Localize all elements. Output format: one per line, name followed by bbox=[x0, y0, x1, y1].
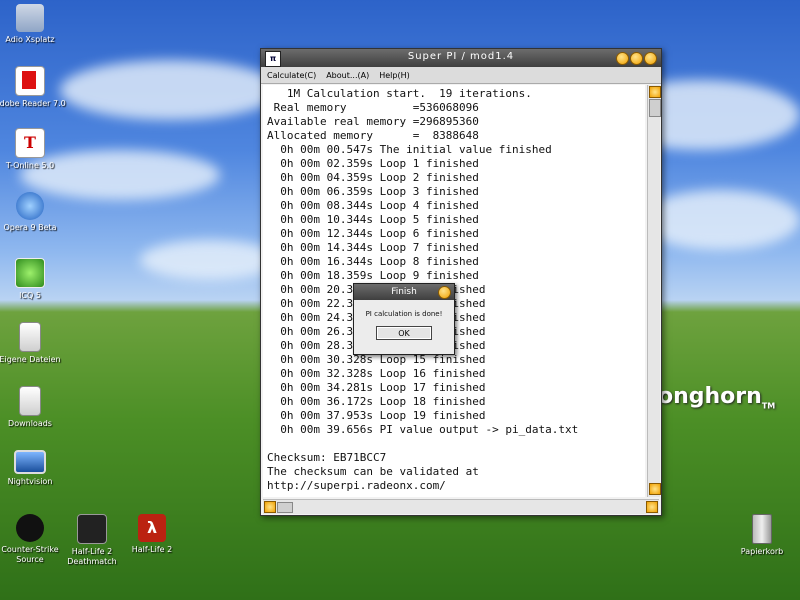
monitor-icon bbox=[14, 450, 46, 474]
dialog-titlebar[interactable]: Finish bbox=[354, 284, 454, 300]
dialog-message: PI calculation is done! bbox=[365, 310, 443, 318]
desktop-icon-papierkorb[interactable]: Papierkorb bbox=[722, 514, 800, 557]
desktop-icon-opera[interactable]: Opera 9 Beta bbox=[0, 192, 70, 233]
opera-icon bbox=[16, 192, 44, 220]
desktop-icon-t-online[interactable]: T T-Online 5.0 bbox=[0, 128, 70, 171]
menu-calculate[interactable]: Calculate(C) bbox=[267, 71, 316, 80]
scroll-up-arrow[interactable] bbox=[649, 86, 661, 98]
horizontal-scrollbar[interactable] bbox=[263, 499, 659, 514]
finish-dialog[interactable]: Finish PI calculation is done! OK bbox=[353, 283, 455, 355]
cloud bbox=[140, 240, 280, 280]
drive-icon bbox=[19, 386, 41, 416]
menu-bar: Calculate(C) About...(A) Help(H) bbox=[261, 67, 661, 84]
desktop-icon-half-life-2[interactable]: λ Half-Life 2 bbox=[112, 514, 192, 555]
cloud bbox=[640, 190, 800, 250]
counter-strike-icon bbox=[16, 514, 44, 542]
superpi-window[interactable]: π Super PI / mod1.4 Calculate(C) About..… bbox=[260, 48, 662, 516]
cloud bbox=[60, 60, 280, 120]
half-life-lambda-icon: λ bbox=[138, 514, 166, 542]
ok-button[interactable]: OK bbox=[376, 326, 432, 340]
scroll-left-arrow[interactable] bbox=[264, 501, 276, 513]
horizontal-scroll-thumb[interactable] bbox=[277, 502, 293, 513]
longhorn-watermark: onghornTM bbox=[658, 384, 775, 410]
vertical-scrollbar[interactable] bbox=[647, 85, 661, 497]
dialog-close-button[interactable] bbox=[438, 286, 451, 299]
icq-flower-icon bbox=[15, 258, 45, 288]
window-titlebar[interactable]: π Super PI / mod1.4 bbox=[261, 49, 661, 67]
watermark-tm: TM bbox=[761, 401, 776, 411]
desktop-icon-adio-xsplatz[interactable]: Adio Xsplatz bbox=[0, 4, 70, 45]
close-button[interactable] bbox=[644, 52, 657, 65]
watermark-text: onghorn bbox=[658, 384, 762, 409]
mac-finder-icon bbox=[16, 4, 44, 32]
desktop-icon-icq[interactable]: ICQ 5 bbox=[0, 258, 70, 301]
menu-about[interactable]: About...(A) bbox=[326, 71, 369, 80]
t-online-icon: T bbox=[15, 128, 45, 158]
maximize-button[interactable] bbox=[630, 52, 643, 65]
adobe-reader-icon bbox=[15, 66, 45, 96]
menu-help[interactable]: Help(H) bbox=[379, 71, 410, 80]
desktop-icon-nightvision[interactable]: Nightvision bbox=[0, 450, 70, 487]
desktop-icon-eigene-dateien[interactable]: Eigene Dateien bbox=[0, 322, 70, 365]
trash-icon bbox=[752, 514, 772, 544]
desktop-icon-adobe-reader[interactable]: Adobe Reader 7.0 bbox=[0, 66, 70, 109]
minimize-button[interactable] bbox=[616, 52, 629, 65]
half-life-2-deathmatch-icon bbox=[77, 514, 107, 544]
scroll-down-arrow[interactable] bbox=[649, 483, 661, 495]
vertical-scroll-thumb[interactable] bbox=[649, 99, 661, 117]
scroll-right-arrow[interactable] bbox=[646, 501, 658, 513]
drive-icon bbox=[19, 322, 41, 352]
window-title: Super PI / mod1.4 bbox=[407, 51, 515, 62]
dialog-title: Finish bbox=[391, 287, 417, 297]
desktop-icon-downloads[interactable]: Downloads bbox=[0, 386, 70, 429]
